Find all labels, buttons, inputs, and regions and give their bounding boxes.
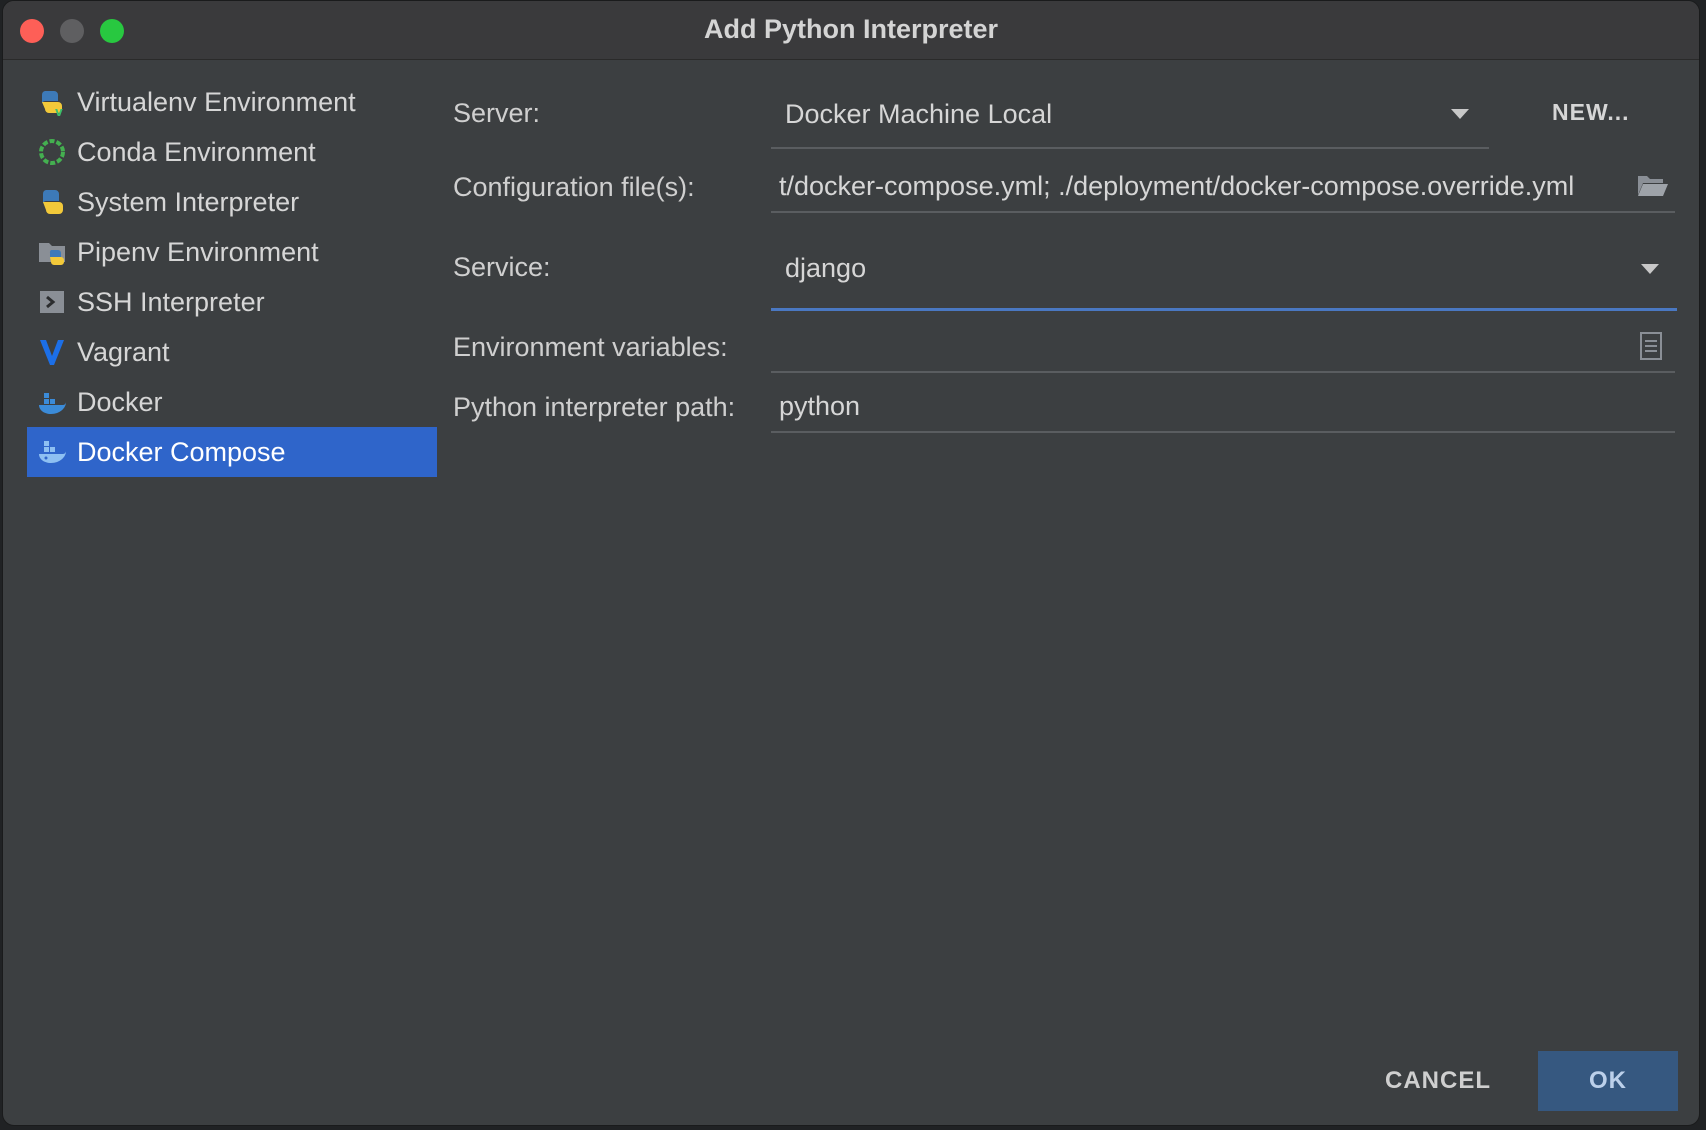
server-value: Docker Machine Local (785, 99, 1053, 129)
chevron-down-icon (1451, 109, 1469, 119)
docker-compose-icon (37, 437, 67, 467)
cancel-button[interactable]: CANCEL (1385, 1067, 1491, 1095)
service-dropdown[interactable]: django (771, 233, 1677, 311)
folder-open-icon[interactable] (1637, 173, 1669, 204)
new-server-button[interactable]: NEW... (1552, 99, 1630, 126)
sidebar-item-system[interactable]: System Interpreter (27, 177, 437, 227)
sidebar-item-label: System Interpreter (77, 186, 300, 217)
python-path-label: Python interpreter path: (453, 392, 736, 422)
vagrant-icon (37, 337, 67, 367)
conda-icon (37, 137, 67, 167)
edit-list-icon[interactable] (1639, 331, 1663, 368)
interpreter-type-list: v Virtualenv Environment Conda Environme… (27, 77, 437, 477)
sidebar-item-virtualenv[interactable]: v Virtualenv Environment (27, 77, 437, 127)
sidebar-item-label: Vagrant (77, 336, 170, 367)
python-icon (37, 187, 67, 217)
docker-compose-form: Server: Docker Machine Local NEW... Conf… (453, 1, 1683, 1001)
sidebar-item-label: Virtualenv Environment (77, 86, 356, 117)
ssh-terminal-icon (37, 287, 67, 317)
svg-text:v: v (55, 105, 63, 117)
config-files-field[interactable]: t/docker-compose.yml; ./deployment/docke… (771, 161, 1675, 213)
service-label: Service: (453, 252, 551, 282)
sidebar-item-ssh[interactable]: SSH Interpreter (27, 277, 437, 327)
sidebar-item-label: Pipenv Environment (77, 236, 319, 267)
add-python-interpreter-dialog: Add Python Interpreter v Virtualenv Envi… (2, 0, 1700, 1126)
env-vars-label: Environment variables: (453, 332, 728, 362)
pipenv-icon (37, 237, 67, 267)
server-dropdown[interactable]: Docker Machine Local (771, 85, 1489, 149)
sidebar-item-docker[interactable]: Docker (27, 377, 437, 427)
server-label: Server: (453, 98, 541, 128)
chevron-down-icon (1641, 264, 1659, 274)
config-files-value: t/docker-compose.yml; ./deployment/docke… (779, 171, 1575, 201)
ok-button[interactable]: OK (1538, 1051, 1678, 1111)
python-path-value: python (779, 391, 861, 421)
sidebar-item-label: Docker Compose (77, 436, 286, 467)
docker-icon (37, 387, 67, 417)
sidebar-item-label: Conda Environment (77, 136, 316, 167)
sidebar-item-label: SSH Interpreter (77, 286, 265, 317)
python-path-input[interactable]: python (771, 383, 1675, 433)
python-virtualenv-icon: v (37, 87, 67, 117)
sidebar-item-vagrant[interactable]: Vagrant (27, 327, 437, 377)
sidebar-item-conda[interactable]: Conda Environment (27, 127, 437, 177)
sidebar-item-docker-compose[interactable]: Docker Compose (27, 427, 437, 477)
service-value: django (785, 253, 867, 283)
sidebar-item-label: Docker (77, 386, 163, 417)
config-files-label: Configuration file(s): (453, 172, 695, 202)
env-vars-field[interactable] (771, 323, 1675, 373)
sidebar-item-pipenv[interactable]: Pipenv Environment (27, 227, 437, 277)
